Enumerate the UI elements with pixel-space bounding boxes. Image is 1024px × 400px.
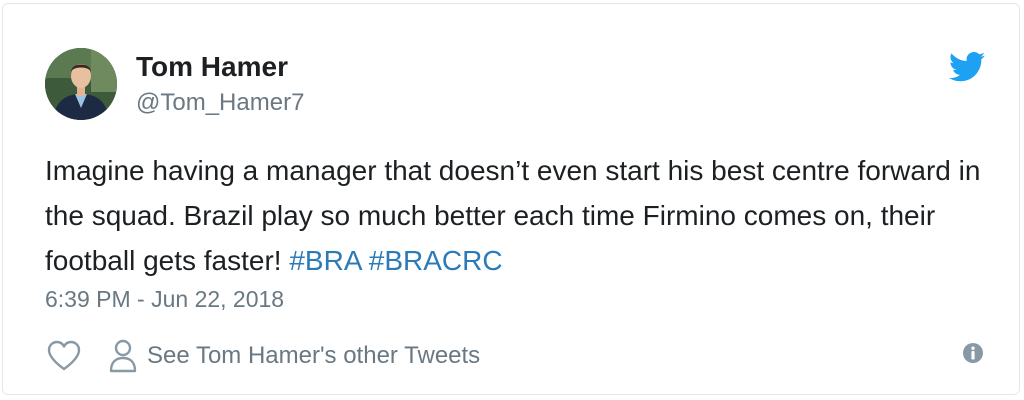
- person-icon: [109, 339, 137, 373]
- tweet-text: Imagine having a manager that doesn’t ev…: [45, 148, 985, 283]
- tweet-body: Imagine having a manager that doesn’t ev…: [45, 155, 981, 276]
- heart-icon[interactable]: [47, 340, 81, 372]
- see-other-tweets-label: See Tom Hamer's other Tweets: [147, 342, 481, 369]
- twitter-bird-icon[interactable]: [949, 52, 985, 82]
- author-handle[interactable]: @Tom_Hamer7: [136, 88, 304, 118]
- hashtag-bra[interactable]: #BRA: [289, 245, 361, 276]
- info-icon[interactable]: [962, 342, 984, 364]
- tweet-card: Tom Hamer @Tom_Hamer7 Imagine having a m…: [2, 3, 1020, 395]
- tweet-actions: See Tom Hamer's other Tweets: [47, 338, 480, 374]
- tweet-timestamp[interactable]: 6:39 PM - Jun 22, 2018: [45, 284, 284, 314]
- avatar[interactable]: [45, 48, 117, 120]
- hashtag-bracrc[interactable]: #BRACRC: [369, 245, 503, 276]
- see-other-tweets-link[interactable]: See Tom Hamer's other Tweets: [109, 339, 480, 373]
- author-name[interactable]: Tom Hamer: [136, 50, 288, 84]
- avatar-photo: [45, 48, 117, 120]
